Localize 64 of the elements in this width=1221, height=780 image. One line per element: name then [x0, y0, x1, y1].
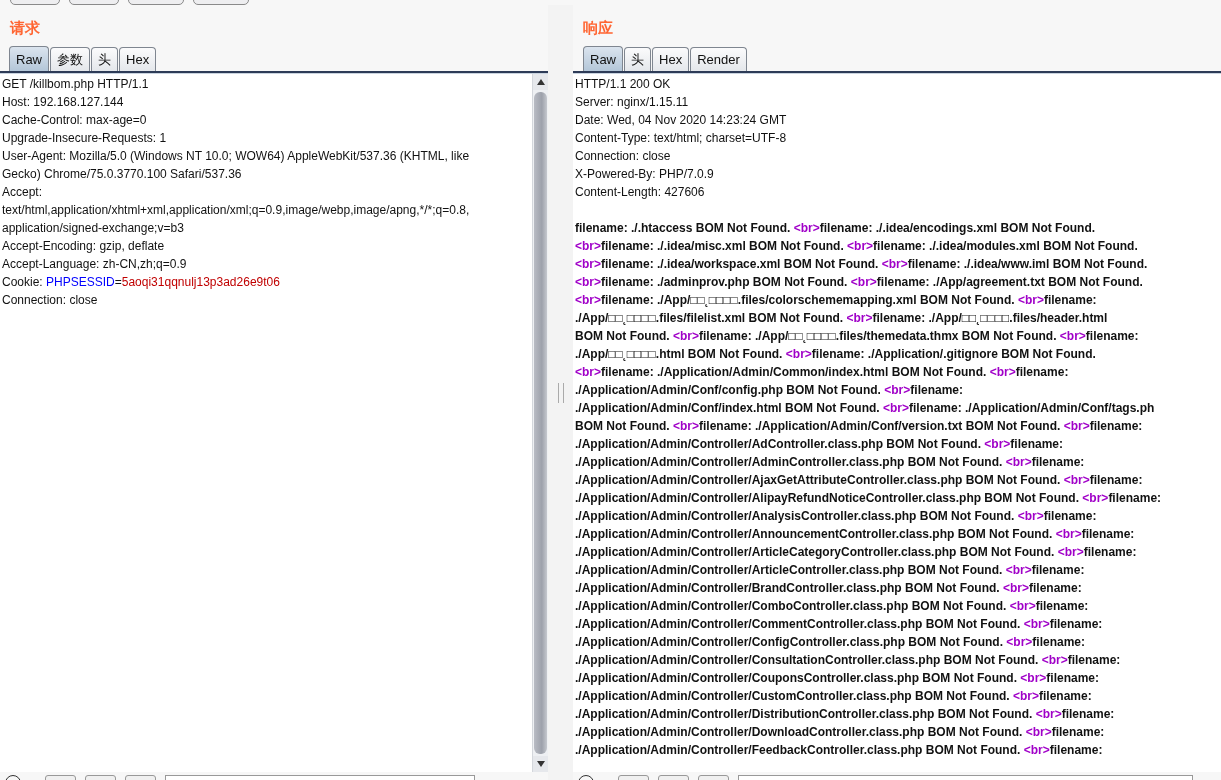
scroll-thumb[interactable]: [534, 92, 547, 754]
response-body-line: <br>filename: ./.idea/workspace.xml BOM Not Found. <br>filename: ./.idea/www.iml BOM Not Found.: [575, 256, 1149, 273]
response-body-line: filename: ./.htaccess BOM Not Found. <br>filename: ./.idea/encodings.xml BOM Not Found.: [575, 220, 1097, 237]
response-body-line: ./Application/Admin/Controller/AdController.class.php BOM Not Found. <br>filename:: [575, 436, 1065, 453]
response-header-line: Connection: close: [575, 148, 672, 165]
request-line: text/html,application/xhtml+xml,application/xml;q=0.9,image/webp,image/apng,*/*;q=0.8,: [2, 202, 471, 219]
request-line: GET /killbom.php HTTP/1.1: [2, 76, 150, 93]
editor-tab[interactable]: Raw: [9, 46, 49, 71]
response-body-line: ./Application/Admin/Controller/AnnouncementController.class.php BOM Not Found. <br>filename:: [575, 526, 1136, 543]
response-body-line: ./Application/Admin/Controller/ArticleController.class.php BOM Not Found. <br>filename:: [575, 562, 1086, 579]
response-body-line: ./Application/Admin/Conf/index.html BOM Not Found. <br>filename: ./Application/Admin/Conf/tags.ph: [575, 400, 1156, 417]
response-body-line: ./Application/Admin/Controller/DistributionController.class.php BOM Not Found. <br>filename:: [575, 706, 1116, 723]
scroll-up-icon[interactable]: [536, 79, 545, 85]
request-line: Accept-Encoding: gzip, deflate: [2, 238, 166, 255]
editor-tab[interactable]: Raw: [583, 46, 623, 71]
scrollbar[interactable]: [532, 74, 548, 772]
response-body-line: ./App/□□˛□□□□.html BOM Not Found. <br>filename: ./Application/.gitignore BOM Not Found.: [575, 346, 1097, 363]
response-body-line: ./Application/Admin/Conf/config.php BOM Not Found. <br>filename:: [575, 382, 964, 399]
request-line: Connection: close: [2, 292, 99, 309]
response-body-line: ./Application/Admin/Controller/AdminController.class.php BOM Not Found. <br>filename:: [575, 454, 1086, 471]
request-line: Host: 192.168.127.144: [2, 94, 125, 111]
request-line: Accept-Language: zh-CN,zh;q=0.9: [2, 256, 188, 273]
request-line: Cookie: PHPSESSID=5aoqi31qqnulj13p3ad26e9t06: [2, 274, 281, 291]
response-body-line: BOM Not Found. <br>filename: ./App/□□˛□□□□.files/themedata.thmx BOM Not Found. <br>filename:: [575, 328, 1140, 345]
response-body-line: ./Application/Admin/Controller/CommentController.class.php BOM Not Found. <br>filename:: [575, 616, 1104, 633]
response-header-line: Date: Wed, 04 Nov 2020 14:23:24 GMT: [575, 112, 788, 129]
request-line: User-Agent: Mozilla/5.0 (Windows NT 10.0; WOW64) AppleWebKit/537.36 (KHTML, like: [2, 148, 471, 165]
response-body-line: ./Application/Admin/Controller/ConsultationController.class.php BOM Not Found. <br>filename:: [575, 652, 1122, 669]
response-body-line: <br>filename: ./App/□□˛□□□□.files/colorschememapping.xml BOM Not Found. <br>filename:: [575, 292, 1098, 309]
response-body-line: <br>filename: ./adminprov.php BOM Not Found. <br>filename: ./App/agreement.txt BOM Not Found.: [575, 274, 1144, 291]
response-header-line: Content-Length: 427606: [575, 184, 706, 201]
response-body-line: ./Application/Admin/Controller/AnalysisController.class.php BOM Not Found. <br>filename:: [575, 508, 1098, 525]
editor-tab[interactable]: Render: [690, 47, 747, 71]
response-body-line: ./Application/Admin/Controller/DownloadController.class.php BOM Not Found. <br>filename:: [575, 724, 1106, 741]
response-body-line: <br>filename: ./.idea/misc.xml BOM Not Found. <br>filename: ./.idea/modules.xml BOM Not Found.: [575, 238, 1139, 255]
scroll-down-icon[interactable]: [536, 761, 545, 767]
response-body-line: ./Application/Admin/Controller/FeedbackController.class.php BOM Not Found. <br>filename:: [575, 742, 1104, 759]
response-header-line: X-Powered-By: PHP/7.0.9: [575, 166, 715, 183]
editor-tab[interactable]: Hex: [119, 47, 157, 71]
panel-title: 响应: [583, 19, 613, 38]
editor-tab[interactable]: 参数: [50, 47, 90, 71]
response-header-line: Content-Type: text/html; charset=UTF-8: [575, 130, 788, 147]
request-line: Gecko) Chrome/75.0.3770.100 Safari/537.36: [2, 166, 243, 183]
editor-tab[interactable]: Hex: [652, 47, 690, 71]
response-header-line: Server: nginx/1.15.11: [575, 94, 690, 111]
response-body-line: <br>filename: ./Application/Admin/Common/index.html BOM Not Found. <br>filename:: [575, 364, 1070, 381]
response-body-line: ./Application/Admin/Controller/ComboController.class.php BOM Not Found. <br>filename:: [575, 598, 1090, 615]
response-body-line: ./Application/Admin/Controller/CustomController.class.php BOM Not Found. <br>filename:: [575, 688, 1093, 705]
response-body-line: ./Application/Admin/Controller/ConfigController.class.php BOM Not Found. <br>filename:: [575, 634, 1087, 651]
response-body-line: BOM Not Found. <br>filename: ./Application/Admin/Conf/version.txt BOM Not Found. <br>filename:: [575, 418, 1144, 435]
response-body-line: ./App/□□˛□□□□.files/filelist.xml BOM Not Found. <br>filename: ./App/□□˛□□□□.files/header.html: [575, 310, 1109, 327]
panel-title: 请求: [10, 19, 40, 38]
request-line: application/signed-exchange;v=b3: [2, 220, 185, 237]
response-header-line: HTTP/1.1 200 OK: [575, 76, 672, 93]
response-body-line: ./Application/Admin/Controller/BrandController.class.php BOM Not Found. <br>filename:: [575, 580, 1083, 597]
editor-tab[interactable]: 头: [91, 47, 118, 71]
request-line: Accept:: [2, 184, 44, 201]
request-line: Cache-Control: max-age=0: [2, 112, 148, 129]
request-line: Upgrade-Insecure-Requests: 1: [2, 130, 168, 147]
response-body-line: ./Application/Admin/Controller/AjaxGetAttributeController.class.php BOM Not Found. <br>filename:: [575, 472, 1144, 489]
editor-tab[interactable]: 头: [624, 47, 651, 71]
response-body-line: ./Application/Admin/Controller/AlipayRefundNoticeController.class.php BOM Not Found. <br>filename:: [575, 490, 1163, 507]
response-body-line: ./Application/Admin/Controller/ArticleCategoryController.class.php BOM Not Found. <br>filename:: [575, 544, 1138, 561]
response-body-line: ./Application/Admin/Controller/CouponsController.class.php BOM Not Found. <br>filename:: [575, 670, 1101, 687]
